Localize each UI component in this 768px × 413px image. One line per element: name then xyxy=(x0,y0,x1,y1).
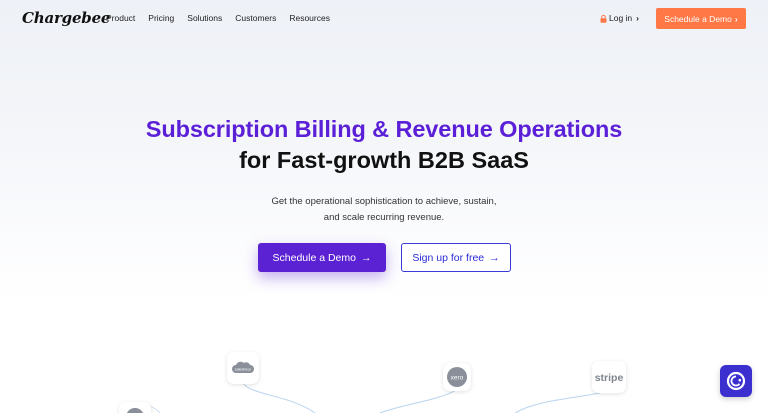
integration-connector-lines xyxy=(134,382,610,413)
chargebee-logo[interactable]: Chargebee xyxy=(22,9,110,27)
svg-text:salesforce: salesforce xyxy=(235,368,251,372)
chevron-right-icon: › xyxy=(636,13,640,23)
salesforce-logo-badge: salesforce xyxy=(227,352,259,384)
lock-icon xyxy=(600,14,607,23)
schedule-demo-button[interactable]: Schedule a Demo → xyxy=(258,243,386,272)
salesforce-cloud-icon: salesforce xyxy=(232,361,254,373)
schedule-demo-label: Schedule a Demo xyxy=(272,251,356,264)
svg-text:xero: xero xyxy=(451,375,464,382)
login-label: Log in xyxy=(609,13,633,23)
nav-item-customers[interactable]: Customers xyxy=(235,13,276,23)
arrow-right-icon: → xyxy=(489,251,500,264)
hero-subtitle-line1: Get the operational sophistication to ac… xyxy=(271,196,497,207)
integration-circle-icon xyxy=(126,408,144,413)
sign-up-label: Sign up for free xyxy=(412,251,485,264)
login-link[interactable]: Log in › xyxy=(600,13,639,23)
hero-section: Subscription Billing & Revenue Operation… xyxy=(0,114,768,226)
chevron-right-icon: › xyxy=(734,13,738,24)
integration-logo-badge-partial xyxy=(119,402,151,413)
hero-title-line2: for Fast-growth B2B SaaS xyxy=(239,147,529,173)
chat-widget-button[interactable] xyxy=(720,365,752,397)
hero-title-line1: Subscription Billing & Revenue Operation… xyxy=(145,116,623,142)
hero-subtitle-line2: and scale recurring revenue. xyxy=(323,212,445,223)
xero-icon: xero xyxy=(447,367,467,387)
xero-logo-badge: xero xyxy=(443,363,471,391)
main-menu: Product Pricing Solutions Customers Reso… xyxy=(106,13,343,23)
nav-item-pricing[interactable]: Pricing xyxy=(148,13,174,23)
top-navigation: Chargebee Product Pricing Solutions Cust… xyxy=(0,0,768,38)
nav-demo-label: Schedule a Demo xyxy=(664,13,732,24)
stripe-logo-badge: stripe xyxy=(592,361,626,393)
nav-item-solutions[interactable]: Solutions xyxy=(187,13,222,23)
chargebee-chat-icon xyxy=(726,371,746,391)
svg-text:stripe: stripe xyxy=(595,372,624,384)
sign-up-free-button[interactable]: Sign up for free → xyxy=(401,243,511,272)
nav-item-resources[interactable]: Resources xyxy=(289,13,330,23)
nav-schedule-demo-button[interactable]: Schedule a Demo › xyxy=(656,8,746,29)
stripe-icon: stripe xyxy=(595,372,624,384)
nav-item-product[interactable]: Product xyxy=(106,13,135,23)
arrow-right-icon: → xyxy=(360,251,372,264)
hero-subtitle: Get the operational sophistication to ac… xyxy=(0,194,768,226)
